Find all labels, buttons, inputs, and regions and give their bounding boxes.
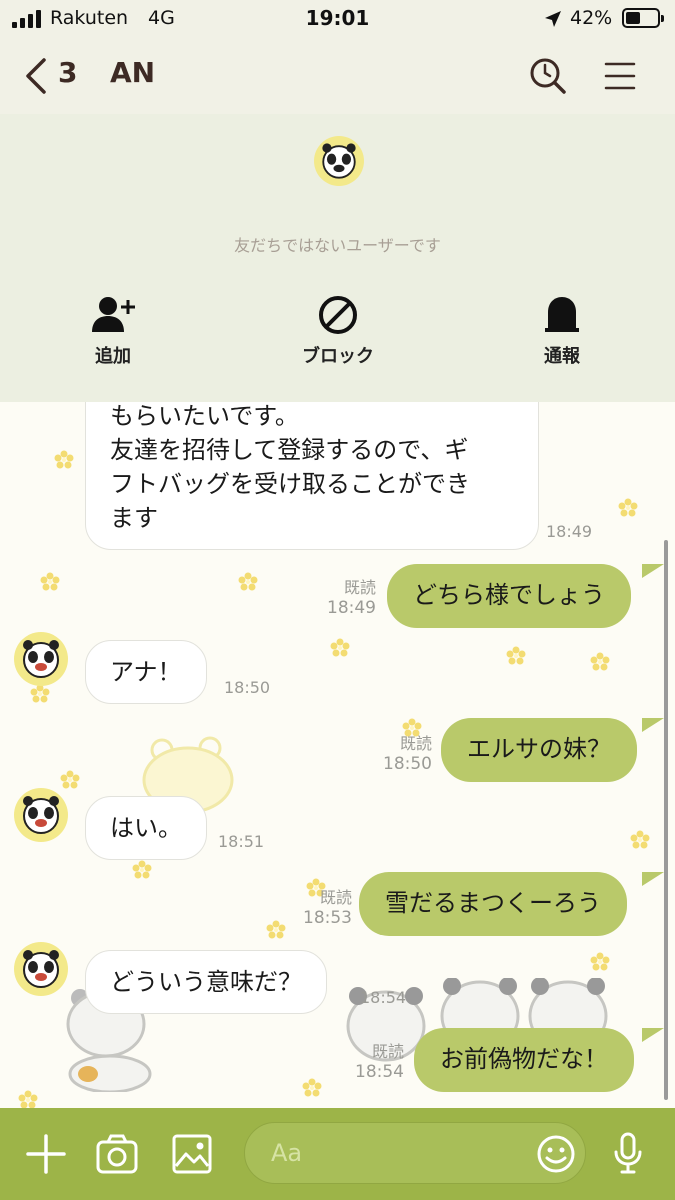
plus-icon[interactable]: [26, 1134, 66, 1174]
message-time: 18:49: [546, 522, 593, 541]
non-friend-panel: 友だちではないユーザーです 追加 ブロック 通報: [0, 114, 675, 402]
scrollbar[interactable]: [664, 540, 668, 1100]
composer-bar: Aa: [0, 1108, 675, 1200]
read-receipt-block: 既読 18:53: [276, 888, 352, 928]
search-icon[interactable]: [528, 56, 568, 96]
message-time: 18:50: [224, 678, 271, 697]
battery-icon: [622, 8, 664, 28]
message-time: 18:49: [327, 598, 376, 618]
non-friend-notice: 友だちではないユーザーです: [234, 236, 441, 255]
read-label: 既読: [371, 1042, 404, 1061]
profile-avatar[interactable]: [314, 136, 364, 186]
menu-icon[interactable]: [604, 60, 636, 92]
message-text: エルサの妹？: [467, 735, 611, 763]
bubble-tail: [642, 718, 664, 732]
unread-count[interactable]: 3: [58, 56, 77, 89]
bubble-tail: [642, 872, 664, 886]
message-bubble-outgoing[interactable]: どちら様でしょう: [387, 564, 631, 628]
block-button[interactable]: ブロック: [278, 294, 398, 367]
message-line: フトバッグを受け取ることができ: [110, 470, 470, 498]
message-bubble-outgoing[interactable]: お前偽物だな！: [414, 1028, 634, 1092]
message-line: もらいたいです。: [110, 402, 299, 430]
chat-title: AN: [110, 56, 156, 89]
back-chevron-icon[interactable]: [24, 58, 48, 94]
message-time: 18:54: [355, 1062, 404, 1082]
battery-percent: 42%: [570, 7, 613, 29]
read-receipt-block: 既読 18:54: [328, 1042, 404, 1082]
microphone-icon[interactable]: [612, 1132, 644, 1176]
message-input[interactable]: Aa: [244, 1122, 586, 1184]
message-text: アナ！: [110, 658, 182, 686]
message-bubble-outgoing[interactable]: 雪だるまつくーろう: [359, 872, 627, 936]
read-label: 既読: [319, 888, 352, 907]
location-arrow-icon: [545, 11, 561, 27]
camera-icon[interactable]: [96, 1134, 138, 1174]
report-label: 通報: [544, 346, 580, 367]
sender-avatar[interactable]: [14, 788, 68, 842]
read-label: 既読: [343, 578, 376, 597]
image-icon[interactable]: [172, 1134, 212, 1174]
bubble-tail: [642, 564, 664, 578]
block-icon: [319, 296, 357, 334]
message-text: お前偽物だな！: [440, 1045, 608, 1073]
message-text: はい。: [110, 814, 182, 842]
report-button[interactable]: 通報: [502, 294, 622, 367]
message-time: 18:51: [218, 832, 265, 851]
message-bubble-incoming[interactable]: どういう意味だ？: [85, 950, 327, 1014]
add-friend-button[interactable]: 追加: [53, 294, 173, 367]
read-label: 既読: [399, 734, 432, 753]
message-text: どういう意味だ？: [110, 968, 302, 996]
message-time: 18:50: [383, 754, 432, 774]
message-text: どちら様でしょう: [413, 581, 605, 609]
bubble-tail: [642, 1028, 664, 1042]
chat-area[interactable]: もらいたいです。 友達を招待して登録するので、ギ フトバッグを受け取ることができ…: [0, 402, 675, 1108]
read-receipt-block: 既読 18:49: [300, 578, 376, 618]
message-line: ます: [110, 504, 158, 532]
emoji-icon[interactable]: [536, 1134, 576, 1174]
block-label: ブロック: [302, 346, 374, 367]
message-bubble-incoming[interactable]: もらいたいです。 友達を招待して登録するので、ギ フトバッグを受け取ることができ…: [85, 402, 539, 550]
message-line: 友達を招待して登録するので、ギ: [110, 436, 469, 464]
status-bar: Rakuten 4G 19:01 42%: [0, 0, 675, 38]
report-icon: [545, 297, 579, 332]
message-bubble-outgoing[interactable]: エルサの妹？: [441, 718, 637, 782]
chat-header: 3 AN: [0, 38, 675, 114]
message-bubble-incoming[interactable]: アナ！: [85, 640, 207, 704]
message-bubble-incoming[interactable]: はい。: [85, 796, 207, 860]
message-time: 18:54: [360, 988, 407, 1007]
sender-avatar[interactable]: [14, 632, 68, 686]
message-time: 18:53: [303, 908, 352, 928]
sender-avatar[interactable]: [14, 942, 68, 996]
message-text: 雪だるまつくーろう: [385, 889, 601, 917]
add-friend-icon: [92, 297, 135, 332]
read-receipt-block: 既読 18:50: [356, 734, 432, 774]
message-input-placeholder: Aa: [271, 1139, 303, 1167]
add-friend-label: 追加: [95, 346, 131, 367]
